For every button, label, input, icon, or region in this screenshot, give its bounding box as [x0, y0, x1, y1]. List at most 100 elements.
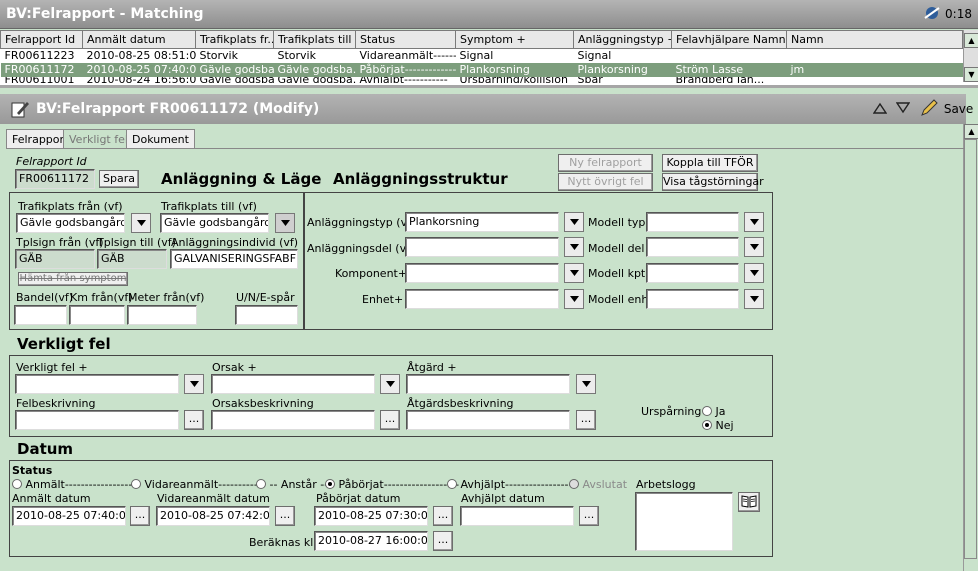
- trafikplats-till-field[interactable]: Gävle godsbangård: [160, 213, 269, 233]
- anlaggningsindivid-field[interactable]: GALVANISERINGSFABF: [170, 249, 298, 269]
- bandel-field[interactable]: [14, 305, 67, 325]
- modell-typ-field[interactable]: [646, 212, 739, 232]
- column-header[interactable]: Trafikplats fr...: [195, 30, 274, 49]
- meter-fran-field[interactable]: [127, 305, 197, 325]
- column-header[interactable]: Status: [355, 30, 456, 49]
- ursparning-ja-radio[interactable]: Ja: [702, 405, 726, 418]
- enhet-dropdown[interactable]: [564, 289, 584, 309]
- anlaggningsdel-field[interactable]: [405, 237, 559, 257]
- arbetslogg-field[interactable]: [635, 492, 733, 551]
- orsaksbeskrivning-field[interactable]: [211, 410, 375, 430]
- koppla-tfor-button[interactable]: Koppla till TFÖR: [662, 154, 758, 172]
- grid-scrollbar[interactable]: ▲ ▼: [963, 30, 978, 82]
- collapse-up-button[interactable]: [872, 102, 888, 117]
- felbeskrivning-field[interactable]: [15, 410, 179, 430]
- anlaggningsindivid-label: Anläggningsindivid (vf): [171, 236, 299, 249]
- column-header[interactable]: Felrapport Id: [0, 30, 83, 49]
- enhet-field[interactable]: [405, 289, 559, 309]
- modell-del-label: Modell del: [588, 242, 645, 255]
- orsak-dropdown[interactable]: [380, 374, 400, 394]
- beraknas-klart-field[interactable]: 2010-08-27 16:00:00: [314, 531, 428, 551]
- verkligt-fel-dropdown[interactable]: [184, 374, 204, 394]
- scroll-up-button[interactable]: ▲: [964, 124, 978, 139]
- column-header[interactable]: Anmält datum: [82, 30, 196, 49]
- status-radio-anmalt[interactable]: Anmält-------------------: [12, 478, 140, 491]
- komponent-dropdown[interactable]: [564, 263, 584, 283]
- arbetslogg-open-button[interactable]: [738, 492, 760, 512]
- orsaksbeskrivning-more-button[interactable]: ...: [380, 410, 400, 430]
- table-cell: Spår: [574, 77, 672, 83]
- anmalt-datum-field[interactable]: 2010-08-25 07:40:00: [12, 506, 126, 526]
- trafikplats-till-dropdown[interactable]: [275, 213, 295, 233]
- une-spar-field[interactable]: [235, 305, 298, 325]
- chevron-down-icon: [749, 244, 759, 250]
- status-radio-paborjat[interactable]: Påbörjat-------------------: [325, 478, 459, 491]
- table-row-selected[interactable]: FR00611172 2010-08-25 07:40:00 Gävle godsb…: [0, 63, 963, 77]
- titlebar-status: 0:18: [923, 5, 972, 21]
- radio-indicator: [569, 479, 579, 489]
- trafikplats-fran-dropdown[interactable]: [131, 213, 151, 233]
- nytt-ovrigt-fel-button[interactable]: Nytt övrigt fel: [558, 173, 653, 191]
- status-radio-anstar[interactable]: -- Anstår --: [256, 478, 328, 491]
- tab-dokument[interactable]: Dokument: [126, 129, 195, 148]
- status-radio-avslutat[interactable]: Avslutat: [569, 478, 627, 491]
- avhjalpt-datum-field[interactable]: [460, 506, 574, 526]
- table-row[interactable]: FR00611223 2010-08-25 08:51:00 Storvik Stor…: [1, 49, 963, 64]
- anmalt-datum-picker[interactable]: ...: [130, 506, 150, 526]
- km-fran-field[interactable]: [69, 305, 125, 325]
- anlaggningsdel-dropdown[interactable]: [564, 237, 584, 257]
- chevron-down-icon: [569, 244, 579, 250]
- modell-kpt-field[interactable]: [646, 263, 739, 283]
- modell-enh-field[interactable]: [646, 289, 739, 309]
- table-row[interactable]: FR006110012010-08-24 16:56:00Gävle godsb…: [1, 77, 963, 83]
- vidareanmalt-datum-picker[interactable]: ...: [275, 506, 295, 526]
- scroll-up-button[interactable]: ▲: [964, 33, 978, 48]
- felbeskrivning-label: Felbeskrivning: [16, 397, 96, 410]
- atgard-field[interactable]: [406, 374, 570, 394]
- window-titlebar: BV:Felrapport - Matching: [0, 0, 978, 29]
- status-radio-vidareanmalt[interactable]: Vidareanmält------------: [131, 478, 266, 491]
- modell-del-dropdown[interactable]: [744, 237, 764, 257]
- paborjat-datum-field[interactable]: 2010-08-25 07:30:00: [314, 506, 428, 526]
- scroll-down-button[interactable]: ▼: [964, 67, 978, 82]
- komponent-field[interactable]: [405, 263, 559, 283]
- hamta-fran-symptom-button[interactable]: Hämta från symptom: [18, 272, 128, 286]
- trafikplats-fran-field[interactable]: Gävle godsbangård: [16, 213, 125, 233]
- vidareanmalt-datum-field[interactable]: 2010-08-25 07:42:00: [156, 506, 270, 526]
- ny-felrapport-button[interactable]: Ny felrapport: [558, 154, 653, 172]
- column-header[interactable]: Symptom +: [455, 30, 574, 49]
- modell-enh-dropdown[interactable]: [744, 289, 764, 309]
- verkligt-fel-field[interactable]: [15, 374, 179, 394]
- form-scrollbar[interactable]: ▲: [963, 124, 978, 571]
- modell-enh-label: Modell enh: [588, 293, 649, 306]
- column-header[interactable]: Trafikplats till +: [273, 30, 356, 49]
- modell-kpt-dropdown[interactable]: [744, 263, 764, 283]
- table-cell: Gävle godsba...: [195, 63, 274, 77]
- beraknas-klart-picker[interactable]: ...: [433, 531, 453, 551]
- anlaggningstyp-dropdown[interactable]: [564, 212, 584, 232]
- column-header[interactable]: Felavhjälpare Namn +: [671, 30, 787, 49]
- paborjat-datum-picker[interactable]: ...: [433, 506, 453, 526]
- felbeskrivning-more-button[interactable]: ...: [184, 410, 204, 430]
- modell-del-field[interactable]: [646, 237, 739, 257]
- table-cell: Vidareanmält-------: [359, 49, 456, 62]
- form-titlebar: BV:Felrapport FR00611172 (Modify): [0, 94, 966, 124]
- column-header[interactable]: Namn: [786, 30, 963, 49]
- modell-typ-dropdown[interactable]: [744, 212, 764, 232]
- scroll-thumb[interactable]: [964, 139, 977, 559]
- atgardsbeskrivning-more-button[interactable]: ...: [576, 410, 596, 430]
- atgard-dropdown[interactable]: [576, 374, 596, 394]
- tab-verkligt-fel[interactable]: Verkligt fel: [63, 129, 134, 148]
- table-cell: Plankorsning: [573, 63, 672, 77]
- avhjalpt-datum-picker[interactable]: ...: [579, 506, 599, 526]
- column-header[interactable]: Anläggningstyp +: [573, 30, 672, 49]
- save-button[interactable]: Save: [920, 99, 973, 119]
- anlaggningstyp-field[interactable]: Plankorsning: [405, 212, 559, 232]
- status-radio-avhjalpt[interactable]: Avhjälpt------------------: [447, 478, 576, 491]
- ursparning-nej-radio[interactable]: Nej: [702, 419, 734, 432]
- orsak-field[interactable]: [211, 374, 375, 394]
- collapse-down-button[interactable]: [895, 102, 911, 117]
- visa-tagstorningar-button[interactable]: Visa tågstörningar: [662, 173, 764, 191]
- spara-button[interactable]: Spara: [99, 170, 139, 188]
- atgardsbeskrivning-field[interactable]: [406, 410, 570, 430]
